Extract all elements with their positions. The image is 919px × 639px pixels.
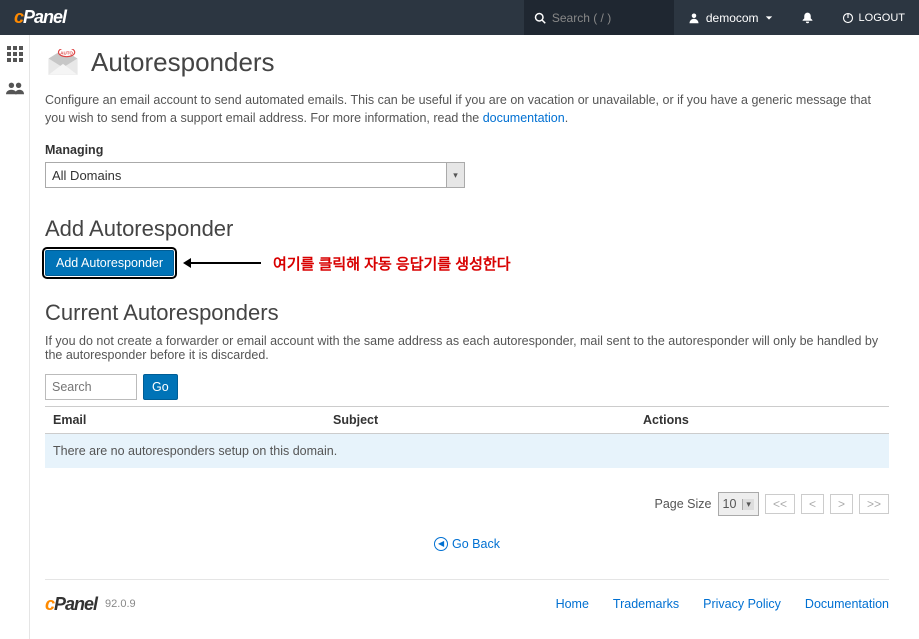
go-back-link[interactable]: ◀ Go Back <box>434 537 500 551</box>
page-title: Autoresponders <box>91 47 275 78</box>
chevron-down-icon: ▾ <box>742 499 754 510</box>
arrow-left-icon: ◀ <box>434 537 448 551</box>
footer-link-documentation[interactable]: Documentation <box>805 597 889 611</box>
go-button[interactable]: Go <box>143 374 178 400</box>
current-note: If you do not create a forwarder or emai… <box>45 334 889 362</box>
go-back: ◀ Go Back <box>45 534 889 551</box>
table-search-input[interactable] <box>45 374 137 400</box>
autoresponder-icon: AUTO <box>45 49 81 77</box>
table-empty-row: There are no autoresponders setup on thi… <box>45 434 889 468</box>
page-header: AUTO Autoresponders <box>45 47 889 78</box>
page-description: Configure an email account to send autom… <box>45 92 889 127</box>
footer-link-home[interactable]: Home <box>556 597 589 611</box>
annotation-text: 여기를 클릭해 자동 응답기를 생성한다 <box>273 253 510 274</box>
user-icon <box>688 12 700 24</box>
search-icon <box>534 12 546 24</box>
add-heading: Add Autoresponder <box>45 216 889 242</box>
svg-text:AUTO: AUTO <box>60 50 73 55</box>
table-header: Email Subject Actions <box>45 406 889 434</box>
grid-icon <box>7 46 23 62</box>
notifications-button[interactable] <box>787 0 828 35</box>
caret-down-icon <box>765 14 773 22</box>
add-autoresponder-button[interactable]: Add Autoresponder <box>45 250 174 276</box>
sidebar-item-grid[interactable] <box>4 43 26 65</box>
page-size-select[interactable]: 10 ▾ <box>718 492 759 516</box>
page-last-button[interactable]: >> <box>859 494 889 514</box>
logout-button[interactable]: LOGOUT <box>828 0 919 35</box>
main-content: AUTO Autoresponders Configure an email a… <box>30 35 919 639</box>
sidebar <box>0 35 30 639</box>
documentation-link[interactable]: documentation <box>483 111 565 125</box>
brand-logo[interactable]: cPanel <box>0 7 80 28</box>
search-box[interactable] <box>524 0 674 35</box>
col-email[interactable]: Email <box>53 413 333 427</box>
managing-select[interactable]: All Domains ▾ <box>45 162 465 188</box>
footer-version: 92.0.9 <box>105 598 136 610</box>
chevron-down-icon: ▾ <box>446 163 464 187</box>
username-label: democom <box>706 11 759 25</box>
col-actions: Actions <box>643 413 881 427</box>
managing-label: Managing <box>45 143 889 157</box>
managing-value: All Domains <box>52 168 121 183</box>
bell-icon <box>801 11 814 24</box>
user-menu[interactable]: democom <box>674 0 787 35</box>
footer-link-privacy[interactable]: Privacy Policy <box>703 597 781 611</box>
logout-icon <box>842 12 854 24</box>
pagination: Page Size 10 ▾ << < > >> <box>45 492 889 516</box>
annotation-arrow <box>186 262 261 264</box>
top-bar: cPanel democom LOGOUT <box>0 0 919 35</box>
page-next-button[interactable]: > <box>830 494 853 514</box>
logout-label: LOGOUT <box>859 12 905 24</box>
footer-link-trademarks[interactable]: Trademarks <box>613 597 679 611</box>
col-subject[interactable]: Subject <box>333 413 643 427</box>
search-input[interactable] <box>552 11 652 25</box>
footer: cPanel 92.0.9 Home Trademarks Privacy Po… <box>45 579 889 619</box>
users-icon <box>6 81 24 95</box>
page-first-button[interactable]: << <box>765 494 795 514</box>
current-heading: Current Autoresponders <box>45 300 889 326</box>
page-prev-button[interactable]: < <box>801 494 824 514</box>
sidebar-item-users[interactable] <box>4 77 26 99</box>
page-size-label: Page Size <box>655 497 712 511</box>
footer-logo[interactable]: cPanel <box>45 594 97 615</box>
